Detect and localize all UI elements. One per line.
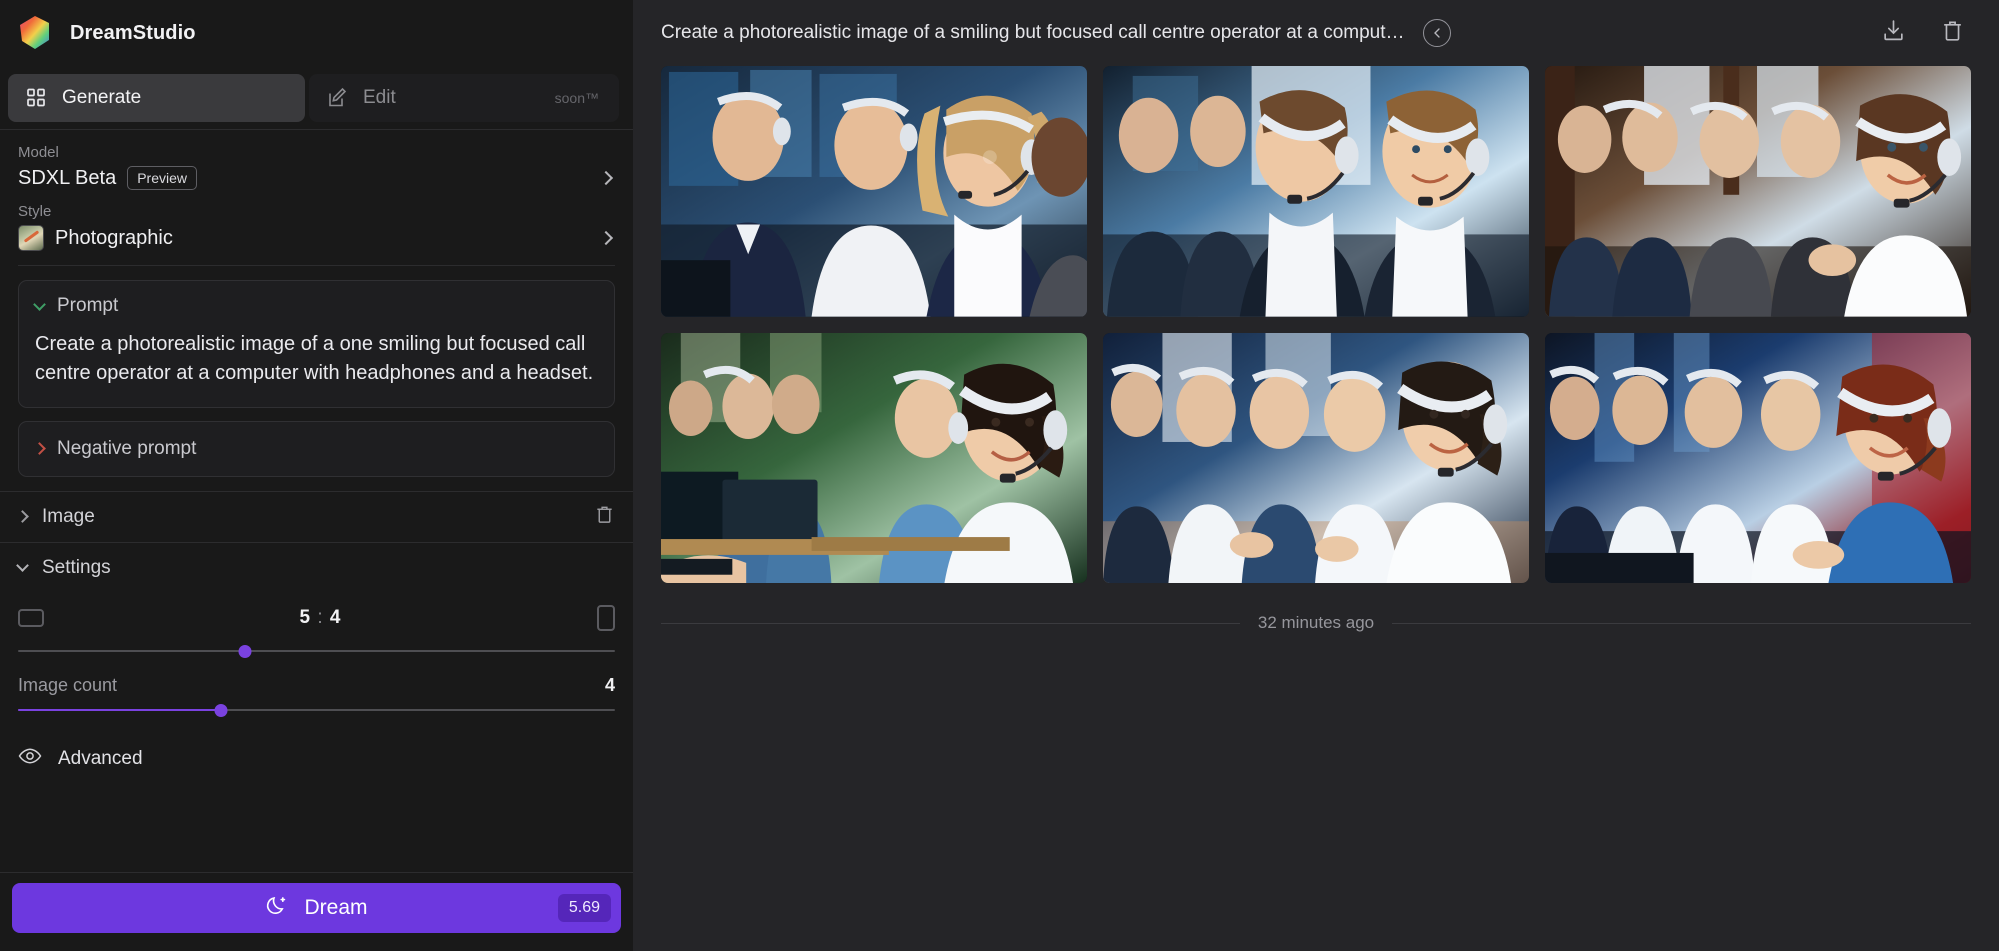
dream-credits-badge: 5.69 — [557, 894, 611, 922]
timestamp-row: 32 minutes ago — [661, 613, 1971, 633]
slider-fill — [18, 708, 221, 711]
slider-thumb[interactable] — [214, 703, 228, 717]
main-header: Create a photorealistic image of a smili… — [633, 0, 1999, 66]
model-value-group: SDXL Beta Preview — [18, 166, 197, 190]
dreamstudio-app: DreamStudio Generate Edit soon™ Model SD… — [0, 0, 1999, 951]
slider-track — [18, 649, 615, 652]
dream-button[interactable]: Dream 5.69 — [12, 883, 621, 933]
result-image-1[interactable] — [661, 66, 1087, 317]
header-tools — [1881, 18, 1975, 48]
prompt-title: Prompt — [57, 295, 119, 316]
chevron-right-icon — [598, 170, 614, 186]
aspect-ratio-slider[interactable] — [18, 643, 615, 659]
settings-section-row[interactable]: Settings — [0, 541, 633, 593]
moon-sparkle-icon — [265, 894, 288, 922]
pencil-square-icon — [327, 87, 349, 109]
dreamstudio-hex-logo — [14, 12, 56, 54]
style-value-group: Photographic — [18, 225, 173, 251]
tab-generate-label: Generate — [62, 86, 142, 108]
image-section-left: Image — [16, 505, 95, 528]
image-count-label: Image count — [18, 674, 118, 695]
model-label: Model — [18, 144, 59, 161]
timestamp-label: 32 minutes ago — [1257, 613, 1375, 633]
dream-footer: Dream 5.69 — [0, 872, 633, 951]
prompt-header[interactable]: Prompt — [33, 295, 598, 317]
chevron-down-icon — [16, 559, 29, 573]
chevron-right-icon — [33, 442, 46, 456]
prompt-box[interactable]: Prompt Create a photorealistic image of … — [18, 280, 615, 408]
aspect-ratio-value: 5 : 4 — [300, 607, 342, 629]
settings-body: 5 : 4 Image count 4 — [0, 593, 633, 722]
divider-right — [1392, 622, 1971, 624]
divider-left — [661, 622, 1240, 624]
model-value: SDXL Beta — [18, 166, 117, 189]
settings-section-title: Settings — [42, 556, 111, 578]
aspect-ratio-h: 4 — [329, 606, 342, 628]
aspect-ratio-w: 5 — [299, 606, 312, 628]
image-count-value: 4 — [604, 674, 615, 695]
portrait-frame-icon[interactable] — [597, 604, 615, 631]
aspect-ratio-row: 5 : 4 — [18, 593, 615, 643]
style-value: Photographic — [55, 226, 173, 249]
dream-button-label: Dream — [304, 896, 368, 919]
chevron-right-icon — [598, 230, 614, 246]
slider-thumb[interactable] — [238, 644, 252, 658]
trash-icon[interactable] — [1940, 18, 1965, 48]
landscape-frame-icon[interactable] — [18, 608, 44, 627]
download-icon[interactable] — [1881, 18, 1906, 48]
style-section: Style Photographic — [0, 190, 633, 266]
result-image-3[interactable] — [1545, 66, 1971, 317]
sidebar: DreamStudio Generate Edit soon™ Model SD… — [0, 0, 633, 951]
negative-prompt-title: Negative prompt — [57, 437, 197, 459]
result-image-4[interactable] — [661, 332, 1087, 584]
result-image-6[interactable] — [1545, 332, 1971, 584]
settings-section-left: Settings — [16, 556, 111, 579]
mode-tabs: Generate Edit soon™ — [0, 66, 633, 130]
grid-squares-icon — [26, 87, 48, 109]
result-image-5[interactable] — [1103, 332, 1529, 584]
negative-prompt-box[interactable]: Negative prompt — [18, 420, 615, 477]
negative-prompt-header[interactable]: Negative prompt — [33, 437, 598, 460]
chevron-right-icon — [16, 510, 29, 524]
result-image-2[interactable] — [1103, 66, 1529, 317]
chevron-down-icon — [33, 297, 46, 311]
model-preview-badge: Preview — [127, 166, 197, 190]
brand-name: DreamStudio — [70, 21, 196, 44]
results-grid — [661, 66, 1971, 584]
results-gallery: 32 minutes ago — [633, 66, 1999, 633]
aspect-ratio-sep: : — [317, 606, 324, 628]
image-section-title: Image — [42, 505, 95, 527]
prompt-input[interactable]: Create a photorealistic image of a one s… — [35, 330, 598, 389]
model-selector[interactable]: SDXL Beta Preview — [18, 166, 615, 190]
trash-icon[interactable] — [594, 504, 615, 530]
advanced-label: Advanced — [58, 747, 143, 769]
page-title: Create a photorealistic image of a smili… — [661, 22, 1405, 43]
advanced-row[interactable]: Advanced — [0, 732, 633, 786]
brand-header: DreamStudio — [0, 0, 633, 66]
tab-edit-label: Edit — [363, 86, 396, 108]
main-content: Create a photorealistic image of a smili… — [633, 0, 1999, 951]
eye-icon — [18, 748, 42, 769]
image-count-row: Image count 4 — [18, 675, 615, 696]
style-label: Style — [18, 203, 52, 220]
tab-edit[interactable]: Edit soon™ — [309, 73, 619, 122]
style-thumbnail-photographic — [18, 225, 44, 251]
arrow-left-circle-icon[interactable] — [1422, 19, 1451, 47]
image-section-row[interactable]: Image — [0, 490, 633, 542]
tab-edit-badge: soon™ — [554, 89, 599, 106]
style-selector[interactable]: Photographic — [18, 225, 615, 251]
prompt-section: Prompt Create a photorealistic image of … — [0, 266, 633, 477]
image-count-slider[interactable] — [18, 702, 615, 718]
tab-generate[interactable]: Generate — [8, 73, 305, 122]
model-section: Model SDXL Beta Preview — [0, 130, 633, 190]
